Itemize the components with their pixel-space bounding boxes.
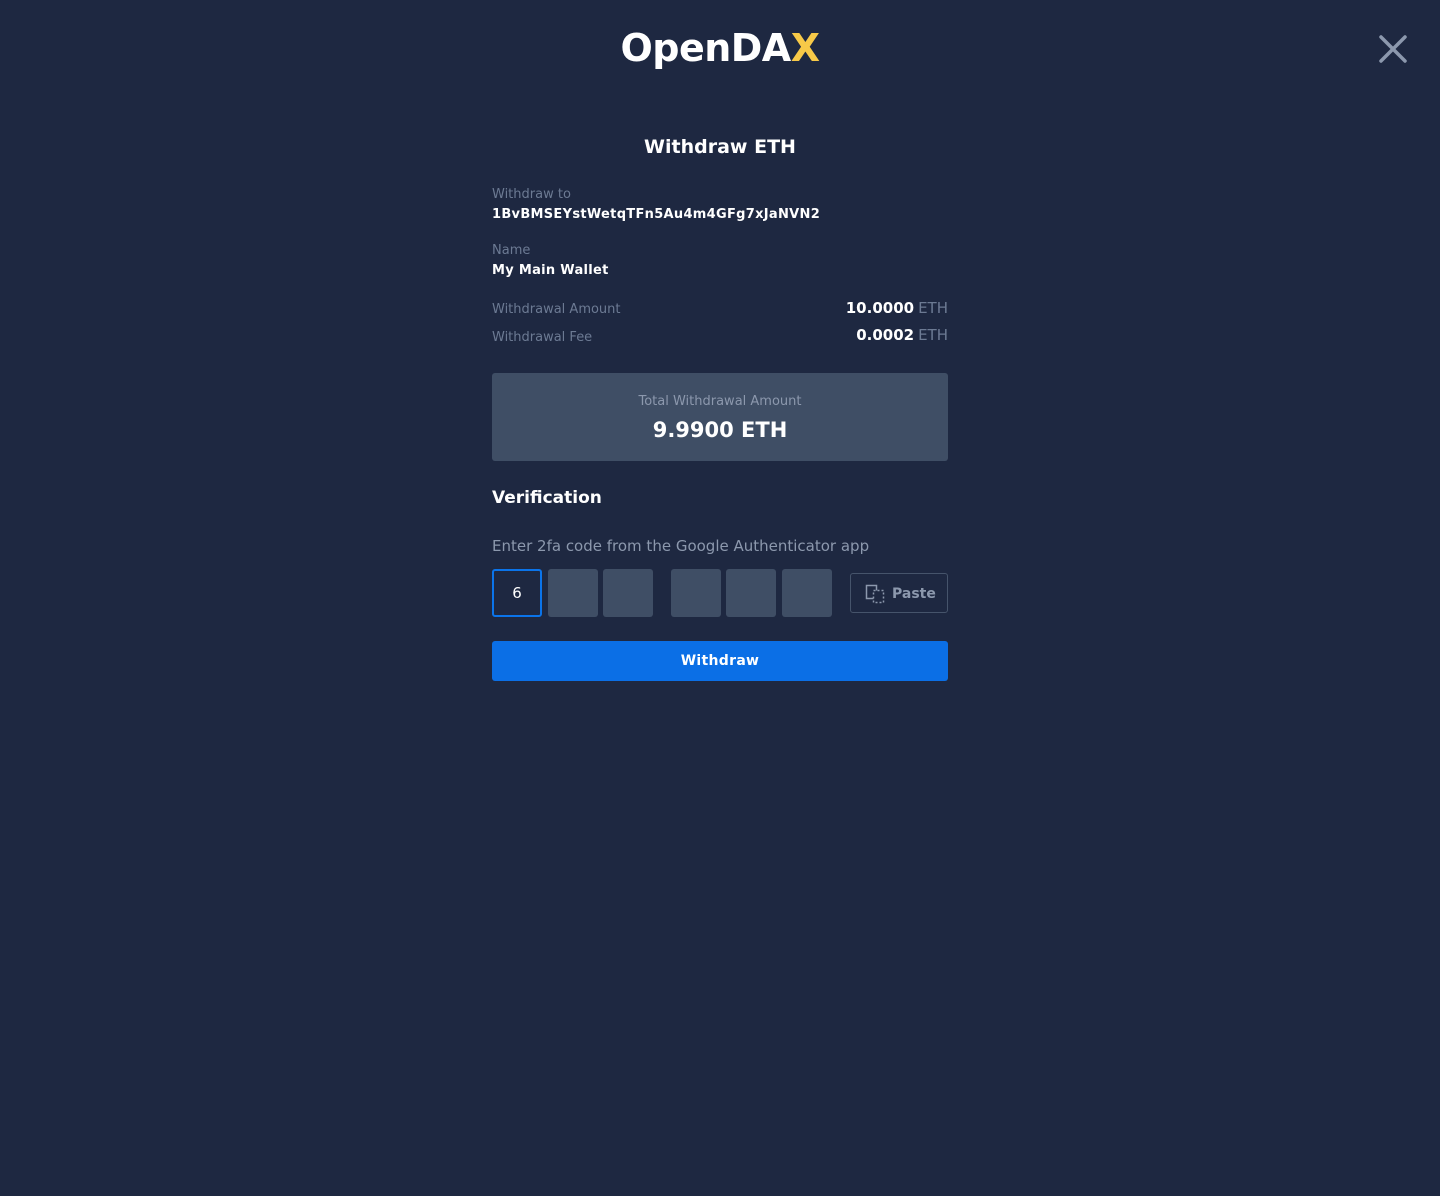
paste-icon [865,584,885,604]
modal-title: Withdraw ETH [644,136,796,158]
logo-text-accent: X [790,26,820,70]
withdrawal-fee-currency: ETH [918,326,948,344]
verification-hint: Enter 2fa code from the Google Authentic… [492,537,870,555]
code-digit-3[interactable] [603,569,653,617]
total-withdrawal-label: Total Withdrawal Amount [638,394,802,409]
code-digit-6[interactable] [782,569,832,617]
verification-title: Verification [492,488,602,508]
withdrawal-amount-currency: ETH [918,299,948,317]
code-digit-4[interactable] [671,569,721,617]
logo-text-main: OpenDA [620,26,791,70]
withdrawal-fee-value: 0.0002 ETH [856,326,948,344]
withdrawal-fee-label: Withdrawal Fee [492,330,593,345]
code-digit-2[interactable] [548,569,598,617]
withdrawal-amount-label: Withdrawal Amount [492,302,621,317]
withdraw-page: OpenDAX Withdraw ETH Withdraw to 1BvBMSE… [0,0,1440,1196]
opendax-logo: OpenDAX [0,26,1440,70]
withdraw-button[interactable]: Withdraw [492,641,948,681]
paste-button[interactable]: Paste [850,573,948,613]
withdraw-to-address: 1BvBMSEYstWetqTFn5Au4m4GFg7xJaNVN2 [492,207,821,222]
total-withdrawal-value: 9.9900 ETH [652,418,788,442]
wallet-name: My Main Wallet [492,263,609,278]
code-digit-1[interactable]: 6 [492,569,542,617]
twofa-code-input: 6 Paste [492,569,948,617]
close-button[interactable] [1376,32,1410,66]
withdrawal-amount-number: 10.0000 [845,299,915,317]
name-label: Name [492,243,531,258]
total-withdrawal-box: Total Withdrawal Amount 9.9900 ETH [492,373,948,461]
withdrawal-fee-number: 0.0002 [856,326,915,344]
paste-label: Paste [892,586,936,602]
code-digit-5[interactable] [726,569,776,617]
close-icon [1379,35,1407,63]
withdrawal-amount-value: 10.0000 ETH [846,299,948,317]
withdraw-to-label: Withdraw to [492,187,571,202]
